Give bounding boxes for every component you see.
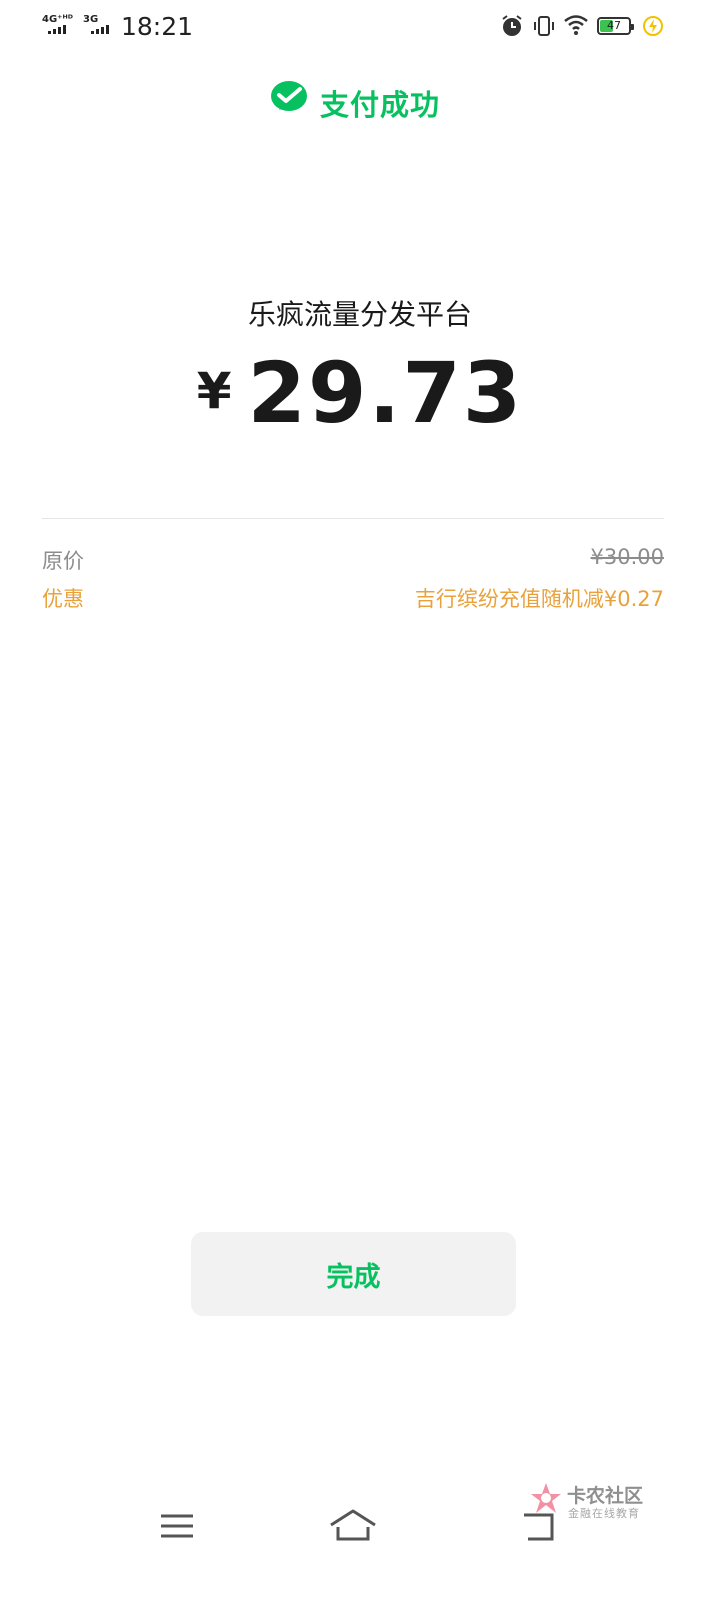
alarm-icon [502, 15, 522, 36]
wechat-pay-icon [271, 81, 307, 111]
status-time: 18:21 [121, 12, 194, 41]
original-price-label: 原价 [42, 549, 84, 573]
divider [42, 518, 664, 519]
menu-icon[interactable] [158, 1505, 196, 1545]
discount-label: 优惠 [42, 587, 84, 611]
status-bar: 4G⁺ᴴᴰ 3G 18:21 47 [0, 0, 720, 56]
amount-value: 29.73 [247, 344, 524, 442]
done-button[interactable]: 完成 [191, 1232, 516, 1316]
payment-amount: ¥29.73 [0, 344, 720, 442]
battery-level: 47 [607, 19, 621, 32]
vibrate-icon [534, 16, 554, 36]
battery-icon: 47 [597, 17, 634, 35]
signal-icon-secondary [91, 25, 109, 34]
merchant-name: 乐疯流量分发平台 [247, 298, 472, 331]
charging-icon [643, 16, 663, 36]
back-icon[interactable] [520, 1505, 560, 1545]
network-type-secondary: 3G [83, 14, 99, 25]
wifi-icon [564, 15, 588, 35]
watermark-title: 卡农社区 [567, 1485, 644, 1507]
page-title: 支付成功 [320, 88, 441, 122]
original-price-value: ¥30.00 [590, 545, 664, 569]
watermark-subtitle: 金融在线教育 [568, 1507, 640, 1520]
currency-symbol: ¥ [196, 362, 232, 420]
signal-icon [48, 25, 66, 34]
discount-value: 吉行缤纷充值随机减¥0.27 [414, 587, 664, 611]
network-type-primary: 4G⁺ᴴᴰ [42, 14, 73, 25]
home-icon[interactable] [328, 1505, 378, 1545]
